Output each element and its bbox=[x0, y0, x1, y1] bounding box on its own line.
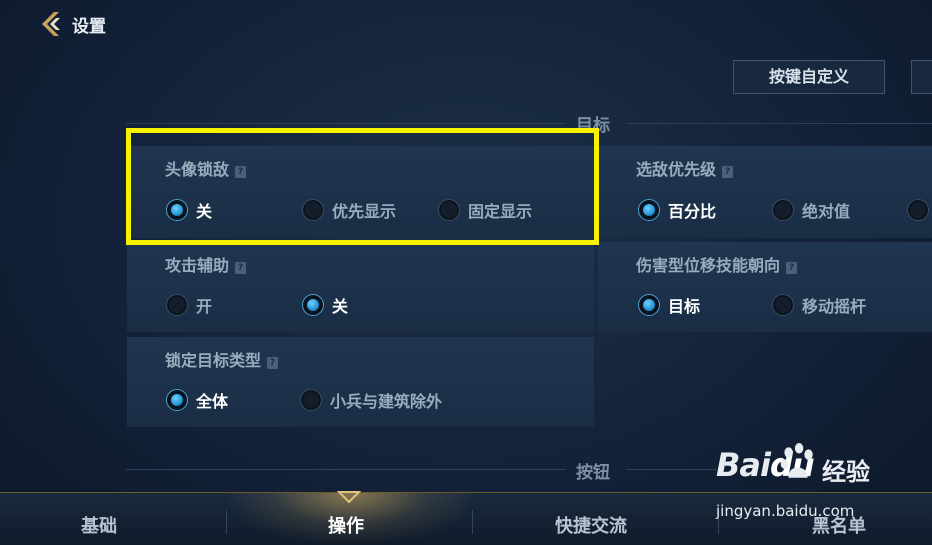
section-divider-right bbox=[626, 469, 716, 470]
setting-attack-assist: 攻击辅助? 开 关 bbox=[127, 242, 594, 332]
setting-enemy-priority: 选敌优先级? 百分比 绝对值 bbox=[598, 146, 932, 238]
radio-unselected-icon bbox=[301, 390, 321, 410]
paw-icon bbox=[780, 443, 813, 478]
section-title-button: 按钮 bbox=[576, 463, 610, 483]
radio-unselected-icon bbox=[167, 295, 187, 315]
setting-label: 攻击辅助? bbox=[165, 252, 247, 276]
watermark-url: jingyan.baidu.com bbox=[716, 502, 855, 520]
radio-option-percentage[interactable]: 百分比 bbox=[639, 198, 716, 222]
radio-option-move-joystick[interactable]: 移动摇杆 bbox=[773, 293, 866, 317]
help-icon[interactable]: ? bbox=[786, 262, 798, 274]
help-icon[interactable]: ? bbox=[267, 357, 279, 369]
radio-selected-icon bbox=[639, 200, 659, 220]
setting-damage-skill-direction: 伤害型位移技能朝向? 目标 移动摇杆 bbox=[598, 242, 932, 332]
section-divider-left bbox=[126, 123, 566, 124]
setting-lock-target-type: 锁定目标类型? 全体 小兵与建筑除外 bbox=[127, 337, 594, 427]
radio-option-partial[interactable] bbox=[908, 198, 932, 222]
setting-label: 选敌优先级? bbox=[636, 156, 734, 180]
section-divider-right bbox=[626, 123, 932, 124]
radio-unselected-icon bbox=[773, 200, 793, 220]
radio-option-all[interactable]: 全体 bbox=[167, 388, 228, 412]
tab-divider bbox=[472, 510, 473, 534]
active-tab-indicator-icon bbox=[337, 491, 361, 504]
tab-divider bbox=[226, 510, 227, 534]
section-divider-left bbox=[126, 469, 566, 470]
radio-unselected-icon bbox=[773, 295, 793, 315]
custom-keys-button[interactable]: 按键自定义 bbox=[733, 60, 885, 94]
toolbar-button-partial[interactable] bbox=[911, 60, 932, 94]
back-arrow-icon[interactable] bbox=[36, 9, 66, 39]
radio-option-on[interactable]: 开 bbox=[167, 293, 212, 317]
tab-operation[interactable]: 操作 bbox=[328, 512, 364, 538]
radio-selected-icon bbox=[167, 390, 187, 410]
radio-unselected-icon bbox=[908, 200, 928, 220]
setting-label: 锁定目标类型? bbox=[165, 347, 279, 371]
page-title: 设置 bbox=[72, 17, 106, 37]
radio-option-exclude-minions-buildings[interactable]: 小兵与建筑除外 bbox=[301, 388, 442, 412]
radio-selected-icon bbox=[303, 295, 323, 315]
radio-option-target[interactable]: 目标 bbox=[639, 293, 700, 317]
setting-label: 伤害型位移技能朝向? bbox=[636, 252, 798, 276]
help-icon[interactable]: ? bbox=[722, 166, 734, 178]
radio-option-off[interactable]: 关 bbox=[303, 293, 348, 317]
watermark-text: 经验 bbox=[822, 458, 870, 486]
highlight-box bbox=[126, 128, 599, 245]
radio-selected-icon bbox=[639, 295, 659, 315]
tab-basic[interactable]: 基础 bbox=[81, 512, 117, 538]
tab-quick-chat[interactable]: 快捷交流 bbox=[555, 512, 627, 538]
help-icon[interactable]: ? bbox=[235, 262, 247, 274]
radio-option-absolute[interactable]: 绝对值 bbox=[773, 198, 850, 222]
